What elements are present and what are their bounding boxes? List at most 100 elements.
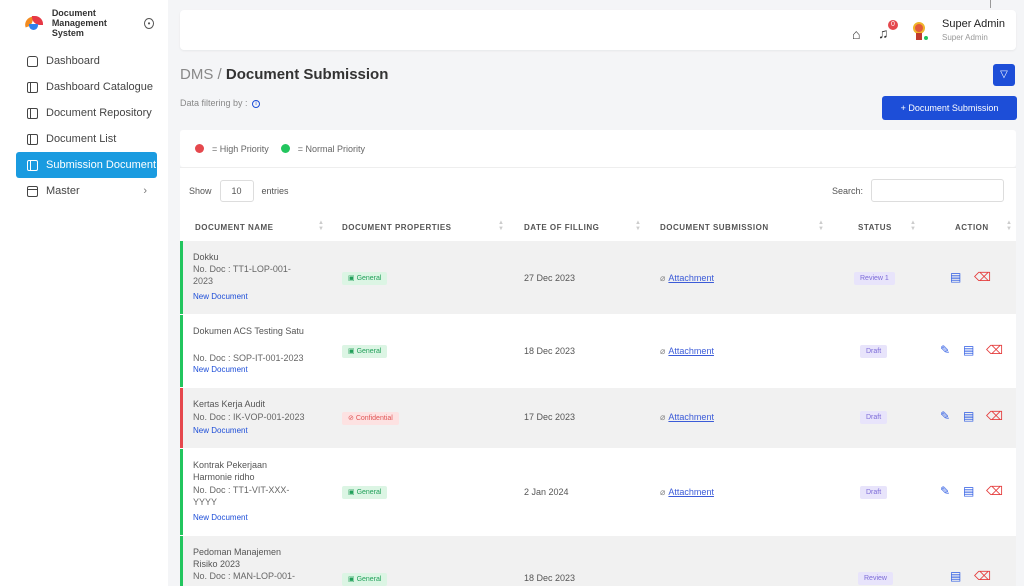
book-icon [27,107,38,119]
online-status-dot [923,35,929,41]
status-badge: Review 1 [854,272,895,285]
attachment-link[interactable]: ⌀ Attachment [660,346,714,357]
document-number: No. Doc : SOP-IT-001-2023 [193,353,304,363]
legend-label: = Normal Priority [297,143,366,154]
green-dot-icon [280,144,290,153]
breadcrumb-separator: / [213,66,226,83]
search-control: Search: [832,179,1005,202]
table-row: Kertas Kerja Audit No. Doc : IK-VOP-001-… [180,388,1016,449]
view-document-icon[interactable]: ▤ [950,271,961,283]
view-document-icon[interactable]: ▤ [963,410,974,422]
attachment-link[interactable]: ⌀ Attachment [660,273,714,284]
status-badge: Draft [860,486,888,499]
calendar-icon [27,185,38,197]
document-status-text: New Document [193,426,248,435]
home-icon [27,55,38,67]
sidebar-item-submission-document[interactable]: Submission Document [16,152,157,178]
priority-indicator [180,388,183,448]
document-status-text: New Document [193,365,248,374]
filling-date: 17 Dec 2023 [524,412,576,422]
column-header-document-properties[interactable]: DOCUMENT PROPERTIES [342,223,452,232]
sidebar-item-document-list[interactable]: Document List [16,126,157,152]
delete-icon[interactable]: ⌫ [986,344,1003,356]
property-badge: ▣ General [342,345,388,358]
top-header: ⌂ ♫ 0 Super Admin Super Admin [180,10,1016,50]
view-document-icon[interactable]: ▤ [950,570,961,582]
property-badge: ▣ General [342,573,388,586]
brand-name: Document Management System [51,8,107,38]
sort-icon[interactable]: ▲ ▼ [910,220,916,232]
priority-indicator [180,241,183,314]
delete-icon[interactable]: ⌫ [974,570,991,582]
entries-label: entries [261,186,289,196]
legend-label: = High Priority [212,143,269,154]
add-document-submission-button[interactable]: + Document Submission [882,96,1017,120]
edit-icon[interactable]: ✎ [940,485,950,497]
search-input[interactable] [871,179,1005,202]
attachment-label: Attachment [668,412,714,422]
entries-select[interactable]: 10 [219,180,254,202]
table-row: Pedoman Manajemen Risiko 2023 No. Doc : … [180,536,1016,586]
column-header-status[interactable]: STATUS [858,223,892,232]
sidebar-item-label: Document List [46,133,117,145]
attachment-link[interactable]: ⌀ Attachment [660,487,714,498]
notification-badge: 0 [888,20,898,30]
submission-table-card: Show 10 entries Search: DOCUMENT NAME ▲ ▼… [180,167,1016,586]
filling-date: 18 Dec 2023 [524,573,576,583]
sort-icon[interactable]: ▲ ▼ [498,220,504,232]
sidebar-item-label: Document Repository [46,107,152,119]
book-icon [27,159,38,171]
sort-icon[interactable]: ▲ ▼ [635,220,641,232]
brand: Document Management System • [0,0,168,38]
paperclip-icon: ⌀ [660,487,666,497]
property-label: General [356,576,382,583]
delete-icon[interactable]: ⌫ [974,271,991,283]
paperclip-icon: ⌀ [660,346,666,356]
view-document-icon[interactable]: ▤ [963,344,974,356]
info-icon[interactable]: i [252,99,261,108]
sidebar-item-dashboard[interactable]: Dashboard [16,48,157,74]
delete-icon[interactable]: ⌫ [986,410,1003,422]
sidebar-item-master[interactable]: Master › [16,178,157,204]
bell-icon[interactable]: ♫ [878,25,889,41]
sort-icon[interactable]: ▲ ▼ [818,220,824,232]
priority-indicator [180,449,183,535]
user-name[interactable]: Super Admin [942,18,1005,30]
sidebar-item-dashboard-catalogue[interactable]: Dashboard Catalogue [16,74,157,100]
column-header-document-submission[interactable]: DOCUMENT SUBMISSION [660,223,769,232]
document-name: Pedoman Manajemen Risiko 2023 [193,547,282,569]
breadcrumb-root[interactable]: DMS [180,66,213,83]
sidebar-item-document-repository[interactable]: Document Repository [16,100,157,126]
table-row: Kontrak Pekerjaan Harmonie ridho No. Doc… [180,449,1016,536]
attachment-link[interactable]: ⌀ Attachment [660,412,714,423]
home-icon[interactable]: ⌂ [852,26,860,42]
edit-icon[interactable]: ✎ [940,344,950,356]
delete-icon[interactable]: ⌫ [986,485,1003,497]
sidebar-toggle-icon[interactable]: • [143,17,154,29]
table-row: Dokku No. Doc : TT1-LOP-001-2023 New Doc… [180,241,1016,315]
sort-icon[interactable]: ▲ ▼ [1006,220,1012,232]
filter-icon: ▽ [1000,69,1008,80]
column-header-document-name[interactable]: DOCUMENT NAME [195,223,274,232]
edit-icon[interactable]: ✎ [940,410,950,422]
property-badge: ▣ General [342,272,388,285]
chevron-right-icon: › [143,185,147,197]
document-number: No. Doc : IK-VOP-001-2023 [193,412,305,422]
sidebar-item-label: Submission Document [46,159,157,171]
sidebar-item-label: Master [46,185,80,197]
sidebar-item-label: Dashboard [46,55,100,67]
sidebar: Document Management System • Dashboard D… [0,0,168,586]
sort-icon[interactable]: ▲ ▼ [318,220,324,232]
status-badge: Draft [860,345,888,358]
property-badge: ▣ General [342,486,388,499]
page-title: Document Submission [225,66,389,83]
window-edge [990,0,991,8]
document-name: Kertas Kerja Audit [193,399,266,409]
view-document-icon[interactable]: ▤ [963,485,974,497]
sidebar-item-label: Dashboard Catalogue [46,81,154,93]
filter-button[interactable]: ▽ [993,64,1015,86]
attachment-label: Attachment [668,487,714,497]
property-label: General [356,275,382,282]
column-header-date-of-filling[interactable]: DATE OF FILLING [524,223,599,232]
legend-item-high: = High Priority [195,144,269,154]
